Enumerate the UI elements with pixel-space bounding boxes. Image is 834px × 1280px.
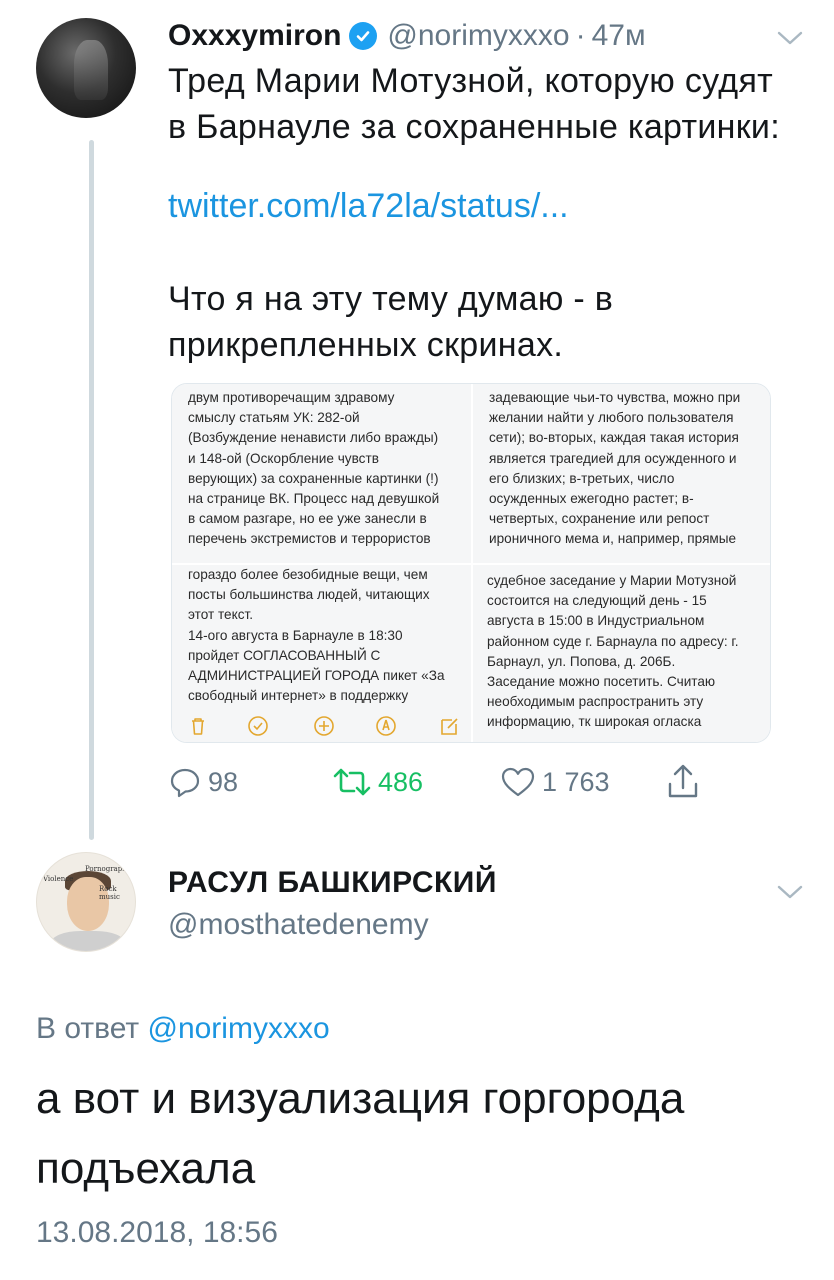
tweet-text-line: прикрепленных скринах. xyxy=(168,326,564,364)
media-image-1[interactable]: двум противоречащим здравому смыслу стат… xyxy=(172,384,471,563)
notes-toolbar xyxy=(172,708,471,742)
reply-icon xyxy=(170,768,200,798)
retweet-button[interactable]: 486 xyxy=(332,762,423,802)
media-image-4[interactable]: судебное заседание у Марии Мотузной сост… xyxy=(473,565,770,742)
media-text-line: желании найти у любого пользователя xyxy=(489,410,734,426)
media-text-line: Заседание можно посетить. Считаю xyxy=(487,674,716,690)
author-name[interactable]: Oxxxymiron xyxy=(168,19,341,53)
reply-author-handle[interactable]: @mosthatedenemy xyxy=(168,908,429,942)
media-text-line: 14-ого августа в Барнауле в 18:30 xyxy=(188,627,403,643)
media-text-line: задевающие чьи-то чувства, можно при xyxy=(489,390,741,405)
compose-icon xyxy=(441,718,458,735)
media-text-line: (Возбуждение ненависти либо вражды) xyxy=(188,430,439,446)
media-image-3[interactable]: гораздо более безобидные вещи, чем посты… xyxy=(172,565,471,742)
media-text-line: является трагедией для осужденного и xyxy=(489,450,737,466)
retweet-icon xyxy=(333,768,371,796)
media-text-line: его близких; в-третьих, число xyxy=(489,470,675,486)
media-text-line: гораздо более безобидные вещи, чем xyxy=(188,567,428,582)
like-button[interactable]: 1 763 xyxy=(500,762,610,802)
avatar-text: Rock music xyxy=(99,885,120,901)
media-text-line: смыслу статьям УК: 282-ой xyxy=(188,410,360,426)
media-text-line: районном суде г. Барнаула по адресу: г. xyxy=(487,633,739,649)
plus-icon xyxy=(314,716,334,736)
reply-button[interactable]: 98 xyxy=(168,762,238,802)
replying-to: В ответ @norimyxxxo xyxy=(36,1012,330,1046)
tweet-time[interactable]: 47м xyxy=(592,19,646,53)
reply-text-line: а вот и визуализация горгорода xyxy=(36,1074,685,1123)
replying-mention[interactable]: @norimyxxxo xyxy=(147,1012,329,1045)
media-text-line: свободный интернет» в поддержку xyxy=(188,688,409,704)
author-avatar[interactable] xyxy=(36,18,136,118)
media-image-2[interactable]: задевающие чьи-то чувства, можно при жел… xyxy=(473,384,770,563)
media-text-line: сети); во-вторых, каждая такая история xyxy=(489,430,739,446)
replying-prefix: В ответ xyxy=(36,1012,140,1045)
media-text-line: Барнаул, ул. Попова, д. 206Б. xyxy=(487,653,676,669)
reply-count: 98 xyxy=(208,766,239,797)
media-text: гораздо более безобидные вещи, чем посты… xyxy=(188,565,445,706)
media-text: судебное заседание у Марии Мотузной сост… xyxy=(487,571,739,733)
separator-dot: · xyxy=(575,19,586,52)
media-text-line: АДМИНИСТРАЦИЕЙ ГОРОДА пикет «За xyxy=(188,668,445,684)
media-text-line: в самом разгаре, но ее уже занесли в xyxy=(188,511,427,527)
media-grid: двум противоречащим здравому смыслу стат… xyxy=(171,383,771,743)
media-text-line: посты большинства людей, читающих xyxy=(188,587,430,603)
media-text-line: пройдет СОГЛАСОВАННЫЙ С xyxy=(188,647,381,663)
media-fade xyxy=(172,549,471,563)
tweet-link[interactable]: twitter.com/la72la/status/... xyxy=(168,187,569,226)
media-text: двум противоречащим здравому смыслу стат… xyxy=(188,388,439,550)
media-text-line: верующих) за сохраненные картинки (!) xyxy=(188,470,439,486)
reply-text-line: подъехала xyxy=(36,1144,256,1193)
media-text-line: четвертых, сохранение или репост xyxy=(489,511,710,527)
trash-icon xyxy=(192,718,204,735)
check-icon xyxy=(248,716,268,736)
media-text-line: перечень экстремистов и террористов xyxy=(188,531,431,547)
media-text-line: информацию, тк широкая огласка xyxy=(487,714,702,730)
media-text-line: ироничного мема и, например, прямые xyxy=(489,531,737,547)
tweet-text-line: Тред Марии Мотузной, которую судят xyxy=(168,62,774,100)
tweet-header: Oxxxymiron @norimyxxxo · 47м xyxy=(168,14,646,58)
thread-connector-line xyxy=(89,140,94,840)
chevron-down-icon[interactable] xyxy=(777,884,803,900)
media-text-line: судебное заседание у Марии Мотузной xyxy=(487,573,737,588)
tweet-text-line: в Барнауле за сохраненные картинки: xyxy=(168,108,780,146)
media-text-line: и 148-ой (Оскорбление чувств xyxy=(188,450,379,466)
chevron-down-icon[interactable] xyxy=(777,30,803,46)
retweet-count: 486 xyxy=(378,766,424,797)
author-handle[interactable]: @norimyxxxo xyxy=(387,19,569,53)
reply-author-avatar[interactable]: Violence Pornography Rock music xyxy=(36,852,136,952)
media-text-line: осужденных ежегодно растет; в- xyxy=(489,491,694,507)
media-text-line: необходимым распространить эту xyxy=(487,694,704,710)
reply-timestamp[interactable]: 13.08.2018, 18:56 xyxy=(36,1216,278,1250)
media-text-line: двум противоречащим здравому xyxy=(188,390,395,405)
media-text-line: на странице ВК. Процесс над девушкой xyxy=(188,491,440,507)
tweet[interactable]: Oxxxymiron @norimyxxxo · 47м Тред Марии … xyxy=(0,0,834,840)
like-icon xyxy=(501,767,535,797)
tweet-actions: 98 486 1 763 xyxy=(168,762,728,802)
tweet-text-line: Что я на эту тему думаю - в xyxy=(168,280,614,318)
pen-icon xyxy=(376,716,396,736)
share-button[interactable] xyxy=(666,762,700,802)
avatar-shirt xyxy=(51,931,125,951)
avatar-text: Violence xyxy=(43,875,74,883)
media-fade xyxy=(473,549,770,563)
media-text-line: этот текст. xyxy=(188,607,254,623)
media-text-line: состоится на следующий день - 15 xyxy=(487,593,707,609)
like-count: 1 763 xyxy=(542,766,610,797)
share-icon xyxy=(668,764,698,798)
media-text-line: августа в 15:00 в Индустриальном xyxy=(487,613,705,629)
media-text: задевающие чьи-то чувства, можно при жел… xyxy=(489,388,740,550)
reply-author-name[interactable]: РАСУЛ БАШКИРСКИЙ xyxy=(168,866,497,900)
avatar-text: Pornography xyxy=(85,865,131,873)
avatar-silhouette xyxy=(74,40,108,100)
verified-badge-icon xyxy=(349,22,378,50)
